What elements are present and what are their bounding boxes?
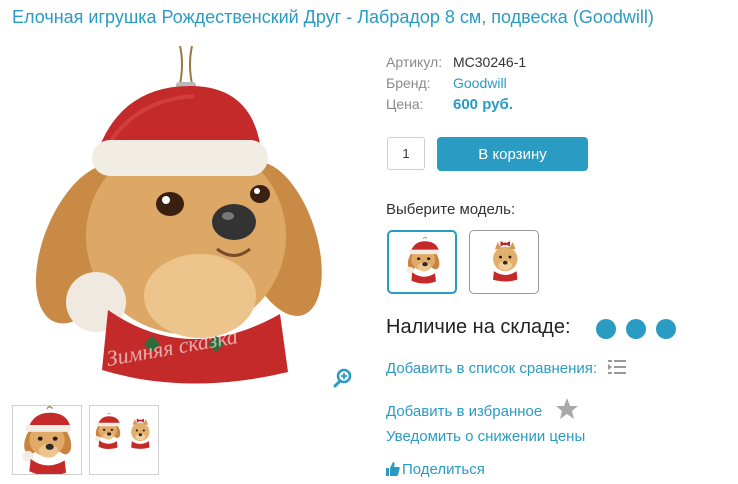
model-select-label: Выберите модель:: [386, 201, 516, 218]
model-option-labrador[interactable]: [387, 230, 457, 294]
labrador-thumbnail-image: [20, 406, 76, 474]
terrier-model-image: [492, 241, 518, 282]
stock-level-dot: [596, 319, 616, 339]
add-to-cart-button[interactable]: В корзину: [437, 137, 588, 171]
zoom-icon[interactable]: [333, 368, 353, 388]
share-link-text: Поделиться: [402, 461, 485, 478]
add-to-compare-link[interactable]: Добавить в список сравнения:: [386, 358, 627, 377]
brand-label: Бренд:: [386, 75, 431, 91]
price-drop-notify-link[interactable]: Уведомить о снижении цены: [386, 428, 585, 445]
product-title: Елочная игрушка Рождественский Друг - Ла…: [12, 7, 654, 27]
product-properties: Артикул: MC30246-1 Бренд: Goodwill Цена: 60…: [386, 52, 526, 115]
labrador-model-image: [405, 236, 443, 284]
labrador-ornament-image: Зимняя сказка: [35, 45, 322, 384]
model-option-terrier[interactable]: [469, 230, 539, 294]
article-row: Артикул: MC30246-1: [386, 52, 526, 73]
add-to-favorites-link[interactable]: Добавить в избранное: [386, 397, 580, 421]
article-label: Артикул:: [386, 54, 443, 70]
thumbs-up-icon: [386, 462, 400, 476]
favorites-link-text: Добавить в избранное: [386, 403, 543, 420]
gallery-thumbnail-1[interactable]: [12, 405, 82, 475]
price-label: Цена:: [386, 96, 424, 112]
brand-link[interactable]: Goodwill: [453, 75, 507, 91]
gallery-thumbnail-2[interactable]: [89, 405, 159, 475]
price-row: Цена: 600 руб.: [386, 94, 526, 115]
compare-link-text: Добавить в список сравнения:: [386, 360, 598, 377]
brand-row: Бренд: Goodwill: [386, 73, 526, 94]
stock-level-dot: [656, 319, 676, 339]
product-main-image[interactable]: Зимняя сказка: [12, 44, 358, 392]
compare-list-icon: [608, 360, 627, 374]
stock-label: Наличие на складе:: [386, 316, 571, 338]
share-link[interactable]: Поделиться: [386, 461, 485, 478]
quantity-input[interactable]: [387, 137, 425, 170]
star-icon[interactable]: [554, 397, 580, 421]
article-value: MC30246-1: [453, 54, 527, 70]
price-value: 600 руб.: [453, 96, 513, 113]
two-ornaments-thumbnail-image: [93, 412, 150, 450]
stock-level-dot: [626, 319, 646, 339]
